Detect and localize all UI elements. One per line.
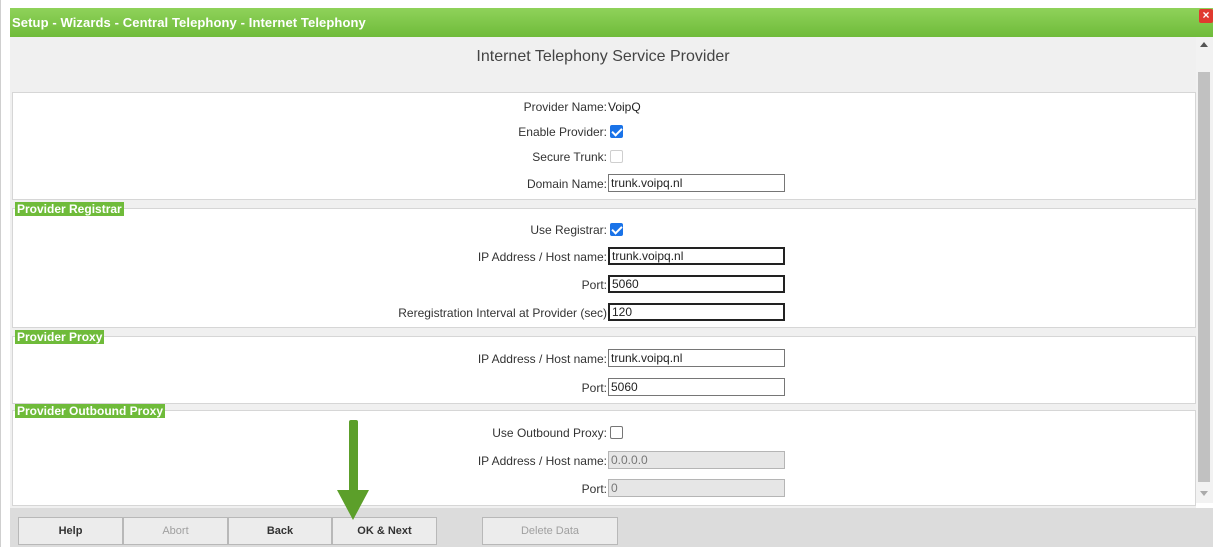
use-registrar-row: Use Registrar: (10, 220, 1196, 240)
proxy-host-row: IP Address / Host name: (10, 349, 1196, 369)
use-outbound-proxy-label: Use Outbound Proxy: (492, 426, 607, 440)
registrar-port-label: Port: (581, 278, 607, 292)
proxy-host-label: IP Address / Host name: (477, 352, 607, 366)
outbound-proxy-legend: Provider Outbound Proxy (15, 404, 166, 418)
provider-section: Provider Name: VoipQ Enable Provider: Se… (10, 86, 1196, 202)
use-outbound-proxy-row: Use Outbound Proxy: (10, 423, 1196, 443)
window-title: Setup - Wizards - Central Telephony - In… (12, 15, 366, 30)
use-registrar-label: Use Registrar: (530, 223, 607, 237)
annotation-arrow-head-icon (337, 490, 369, 520)
enable-provider-row: Enable Provider: (10, 122, 1196, 142)
registrar-host-input[interactable] (608, 247, 785, 265)
provider-name-row: Provider Name: VoipQ (10, 97, 1196, 117)
registrar-port-row: Port: (10, 275, 1196, 295)
proxy-legend-line (120, 336, 1196, 337)
page-header: Internet Telephony Service Provider (10, 37, 1196, 86)
proxy-port-label: Port: (581, 381, 607, 395)
outbound-host-label: IP Address / Host name: (477, 454, 607, 468)
proxy-host-input[interactable] (608, 349, 785, 367)
annotation-arrow-icon (349, 420, 358, 492)
use-registrar-checkbox[interactable] (610, 223, 623, 236)
outbound-port-input (608, 479, 785, 497)
delete-data-button: Delete Data (482, 517, 618, 545)
registrar-port-input[interactable] (608, 275, 785, 293)
close-icon[interactable]: × (1199, 9, 1213, 23)
proxy-legend: Provider Proxy (15, 330, 105, 344)
domain-name-label: Domain Name: (526, 177, 607, 191)
registrar-host-label: IP Address / Host name: (477, 250, 607, 264)
domain-name-input[interactable] (608, 174, 785, 192)
ok-next-button[interactable]: OK & Next (332, 517, 437, 545)
outbound-proxy-section: Provider Outbound Proxy Use Outbound Pro… (10, 404, 1196, 508)
reregistration-interval-label: Reregistration Interval at Provider (sec… (398, 306, 607, 320)
registrar-legend: Provider Registrar (15, 202, 124, 216)
outbound-host-input (608, 451, 785, 469)
proxy-section: Provider Proxy IP Address / Host name: P… (10, 330, 1196, 404)
registrar-host-row: IP Address / Host name: (10, 247, 1196, 267)
secure-trunk-row: Secure Trunk: (10, 147, 1196, 167)
outbound-host-row: IP Address / Host name: (10, 451, 1196, 471)
page-title: Internet Telephony Service Provider (476, 48, 730, 65)
abort-button: Abort (123, 517, 228, 545)
outbound-port-label: Port: (581, 482, 607, 496)
proxy-port-input[interactable] (608, 378, 785, 396)
back-button[interactable]: Back (228, 517, 332, 545)
outbound-port-row: Port: (10, 479, 1196, 499)
help-button[interactable]: Help (18, 517, 123, 545)
enable-provider-checkbox[interactable] (610, 125, 623, 138)
provider-name-label: Provider Name: (523, 100, 607, 114)
domain-name-row: Domain Name: (10, 174, 1196, 194)
window-left-edge (0, 0, 1, 547)
window-titlebar: Setup - Wizards - Central Telephony - In… (10, 8, 1213, 37)
provider-name-value: VoipQ (608, 100, 641, 114)
outbound-legend-line (185, 410, 1196, 411)
secure-trunk-label: Secure Trunk: (532, 150, 607, 164)
registrar-section: Provider Registrar Use Registrar: IP Add… (10, 202, 1196, 330)
registrar-legend-line (150, 208, 1196, 209)
scroll-down-icon[interactable] (1200, 491, 1208, 496)
scrollbar-thumb[interactable] (1198, 72, 1210, 482)
secure-trunk-checkbox (610, 150, 623, 163)
proxy-port-row: Port: (10, 378, 1196, 398)
enable-provider-label: Enable Provider: (518, 125, 607, 139)
scroll-up-icon[interactable] (1200, 42, 1208, 47)
reregistration-interval-row: Reregistration Interval at Provider (sec… (10, 303, 1196, 323)
use-outbound-proxy-checkbox[interactable] (610, 426, 623, 439)
reregistration-interval-input[interactable] (608, 303, 785, 321)
